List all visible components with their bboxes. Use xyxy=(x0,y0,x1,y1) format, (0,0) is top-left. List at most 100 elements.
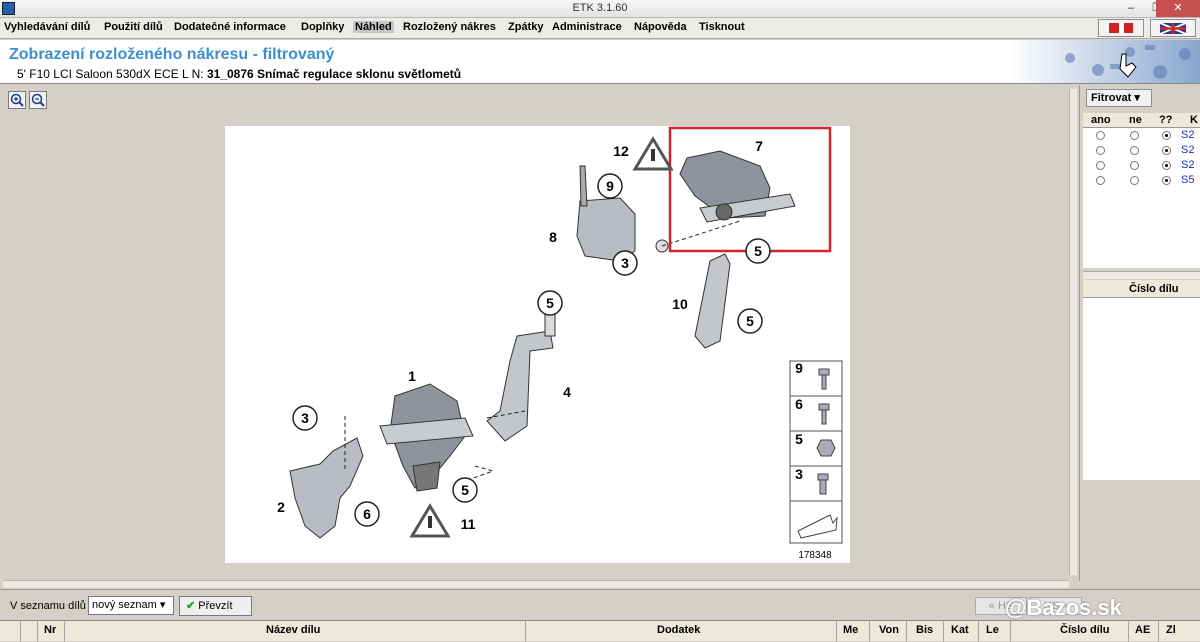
exploded-drawing[interactable]: 1 2 3 3 4 5 5 5 5 6 7 8 9 10 11 12 9 6 5… xyxy=(225,126,850,563)
filter-row: S2 xyxy=(1083,143,1200,158)
menu-item-tisknout[interactable]: Tisknout xyxy=(699,21,745,33)
label-5c: 5 xyxy=(746,313,754,329)
zoom-out-icon xyxy=(31,93,45,107)
parts-side-header: Číslo dílu xyxy=(1083,280,1200,298)
col-ano: ano xyxy=(1091,114,1111,126)
close-button[interactable]: ✕ xyxy=(1156,0,1200,17)
list-select[interactable]: nový seznam ▾ xyxy=(88,596,174,615)
label-5a: 5 xyxy=(754,243,762,259)
language-button-a[interactable] xyxy=(1098,19,1144,37)
filter-code[interactable]: S2 xyxy=(1181,144,1194,156)
menu-item-administrace[interactable]: Administrace xyxy=(552,21,622,33)
col-nr[interactable]: Nr xyxy=(44,624,56,636)
filter-row: S5 xyxy=(1083,173,1200,188)
radio-ano[interactable] xyxy=(1096,146,1105,155)
label-3b: 3 xyxy=(301,410,309,426)
menu-bar: Vyhledávání dílů Použití dílů Dodatečné … xyxy=(0,18,1200,39)
filter-label: Fitrovat xyxy=(1091,92,1132,104)
radio-ne[interactable] xyxy=(1130,131,1139,140)
col-cislo[interactable]: Číslo dílu xyxy=(1060,624,1110,636)
menu-item-dodatecne[interactable]: Dodatečné informace xyxy=(174,21,286,33)
flag-icon-a xyxy=(1109,23,1133,33)
part-rod-4 xyxy=(486,330,554,442)
col-unknown: ?? xyxy=(1159,114,1173,126)
filter-splitter[interactable] xyxy=(1083,271,1200,279)
list-label: V seznamu dílů xyxy=(10,600,86,612)
window-titlebar: ETK 3.1.60 – ❐ ✕ xyxy=(0,0,1200,18)
part-bracket-tab-9 xyxy=(579,165,588,207)
col-zl[interactable]: Zl xyxy=(1166,624,1176,636)
label-6: 6 xyxy=(363,506,371,522)
part-link-rod-10 xyxy=(694,253,731,349)
filter-empty-area xyxy=(1083,188,1200,268)
drawing-toolbar xyxy=(0,85,1075,111)
minimize-button[interactable]: – xyxy=(1117,0,1145,17)
menu-item-zpatky[interactable]: Zpátky xyxy=(508,21,543,33)
col-me[interactable]: Me xyxy=(843,624,858,636)
flag-icon-uk xyxy=(1159,22,1187,35)
label-5d: 5 xyxy=(461,482,469,498)
window-title: ETK 3.1.60 xyxy=(572,2,628,14)
menu-item-rozlozeny[interactable]: Rozložený nákres xyxy=(403,21,496,33)
radio-ano[interactable] xyxy=(1096,131,1105,140)
label-8: 8 xyxy=(549,229,557,245)
radio-unknown[interactable] xyxy=(1162,176,1171,185)
filter-code[interactable]: S2 xyxy=(1181,129,1194,141)
radio-ne[interactable] xyxy=(1130,146,1139,155)
language-button-uk[interactable] xyxy=(1150,19,1196,37)
radio-ano[interactable] xyxy=(1096,176,1105,185)
radio-ano[interactable] xyxy=(1096,161,1105,170)
diagram-name: 31_0876 Snímač regulace sklonu světlomet… xyxy=(206,67,462,81)
zoom-in-button[interactable] xyxy=(8,91,26,109)
check-icon: ✔ xyxy=(186,600,196,612)
legend-label-6: 6 xyxy=(795,396,803,412)
zoom-out-button[interactable] xyxy=(29,91,47,109)
apply-button[interactable]: ✔ Převzít xyxy=(179,596,252,616)
page-title: Zobrazení rozloženého nákresu - filtrova… xyxy=(9,46,335,63)
col-dodatek[interactable]: Dodatek xyxy=(657,624,700,636)
filter-row: S2 xyxy=(1083,128,1200,143)
legend-label-3: 3 xyxy=(795,466,803,482)
legend-label-9: 9 xyxy=(795,360,803,376)
drawing-id: 178348 xyxy=(798,550,832,561)
horizontal-scrollbar[interactable] xyxy=(3,580,1069,588)
label-1: 1 xyxy=(408,368,416,384)
filter-table: ano ne ?? K S2 S2 S2 S5 xyxy=(1083,113,1200,268)
filter-dropdown[interactable]: Fitrovat ▾ xyxy=(1086,89,1152,107)
col-cislo-dilu: Číslo dílu xyxy=(1129,283,1179,295)
header-decoration xyxy=(1010,40,1200,83)
filter-code[interactable]: S5 xyxy=(1181,174,1194,186)
col-le[interactable]: Le xyxy=(986,624,999,636)
drawing-area: 1 2 3 3 4 5 5 5 5 6 7 8 9 10 11 12 9 6 5… xyxy=(3,111,1075,581)
label-5b: 5 xyxy=(546,295,554,311)
filter-panel: Fitrovat ▾ ano ne ?? K S2 S2 S2 S5 Číslo… xyxy=(1079,85,1200,581)
label-9: 9 xyxy=(606,178,614,194)
label-11: 11 xyxy=(461,516,476,532)
col-bis[interactable]: Bis xyxy=(916,624,933,636)
radio-ne[interactable] xyxy=(1130,176,1139,185)
col-kat[interactable]: Kat xyxy=(951,624,969,636)
label-2: 2 xyxy=(277,499,285,515)
parts-grid-header: Nr Název dílu Dodatek Me Von Bis Kat Le … xyxy=(0,620,1200,642)
vertical-scrollbar[interactable] xyxy=(1069,89,1077,575)
page-subtitle: 5' F10 LCI Saloon 530dX ECE L N: 31_0876… xyxy=(17,67,461,81)
label-10: 10 xyxy=(672,296,688,312)
filter-table-header: ano ne ?? K xyxy=(1083,113,1200,128)
filter-code[interactable]: S2 xyxy=(1181,159,1194,171)
radio-ne[interactable] xyxy=(1130,161,1139,170)
col-nazev[interactable]: Název dílu xyxy=(266,624,320,636)
col-ne: ne xyxy=(1129,114,1142,126)
menu-item-nahled[interactable]: Náhled xyxy=(353,21,394,33)
filter-row: S2 xyxy=(1083,158,1200,173)
col-ae[interactable]: AE xyxy=(1135,624,1150,636)
radio-unknown[interactable] xyxy=(1162,146,1171,155)
menu-item-napoveda[interactable]: Nápověda xyxy=(634,21,687,33)
radio-unknown[interactable] xyxy=(1162,161,1171,170)
col-von[interactable]: Von xyxy=(879,624,899,636)
menu-item-doplnky[interactable]: Doplňky xyxy=(301,21,344,33)
menu-item-pouziti[interactable]: Použití dílů xyxy=(104,21,163,33)
radio-unknown[interactable] xyxy=(1162,131,1171,140)
chevron-down-icon: ▾ xyxy=(1134,92,1140,104)
parts-side-list: Číslo dílu xyxy=(1083,280,1200,480)
menu-item-vyhledavani[interactable]: Vyhledávání dílů xyxy=(4,21,90,33)
